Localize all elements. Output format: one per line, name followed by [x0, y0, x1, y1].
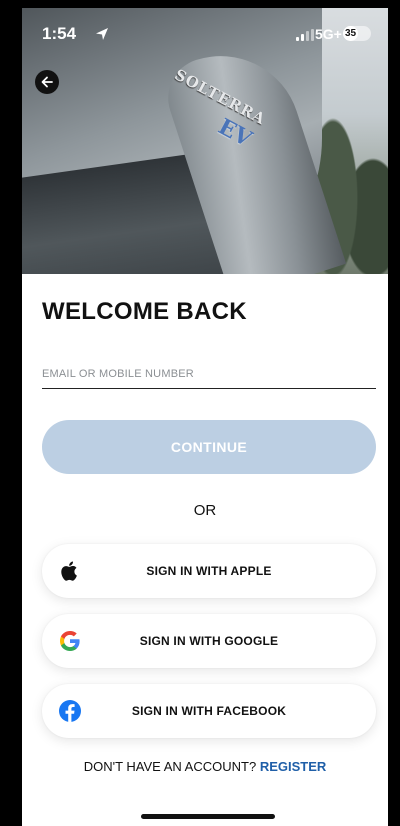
device-frame: SOLTERRA EV 1:54 5G+ 35 WELCOME BACK EMA… — [0, 0, 400, 826]
arrow-left-icon — [41, 76, 53, 88]
back-button[interactable] — [35, 70, 59, 94]
continue-button[interactable]: CONTINUE — [42, 420, 376, 474]
network-label: 5G+ — [315, 26, 342, 42]
battery-level: 35 — [343, 26, 358, 41]
sign-in-google-label: SIGN IN WITH GOOGLE — [139, 634, 279, 648]
register-link[interactable]: REGISTER — [260, 759, 326, 774]
email-input[interactable] — [42, 363, 376, 389]
signal-icon — [296, 29, 314, 41]
app-screen: SOLTERRA EV 1:54 5G+ 35 WELCOME BACK EMA… — [22, 8, 388, 826]
battery-icon: 35 — [343, 26, 371, 41]
or-divider: OR — [193, 502, 217, 519]
register-prompt: DON'T HAVE AN ACCOUNT? REGISTER — [22, 759, 388, 774]
sign-in-apple-label: SIGN IN WITH APPLE — [146, 564, 272, 578]
email-field-wrapper — [42, 363, 376, 389]
page-title: WELCOME BACK — [42, 298, 247, 325]
status-time: 1:54 — [42, 24, 77, 43]
sign-in-facebook-label: SIGN IN WITH FACEBOOK — [131, 704, 287, 718]
status-bar: 1:54 5G+ 35 — [22, 8, 388, 60]
location-arrow-icon — [96, 28, 108, 40]
register-prompt-text: DON'T HAVE AN ACCOUNT? — [83, 759, 257, 774]
home-indicator[interactable] — [141, 814, 275, 819]
sign-in-apple-button[interactable]: SIGN IN WITH APPLE — [42, 544, 376, 598]
sign-in-google-button[interactable]: SIGN IN WITH GOOGLE — [42, 614, 376, 668]
sign-in-facebook-button[interactable]: SIGN IN WITH FACEBOOK — [42, 684, 376, 738]
